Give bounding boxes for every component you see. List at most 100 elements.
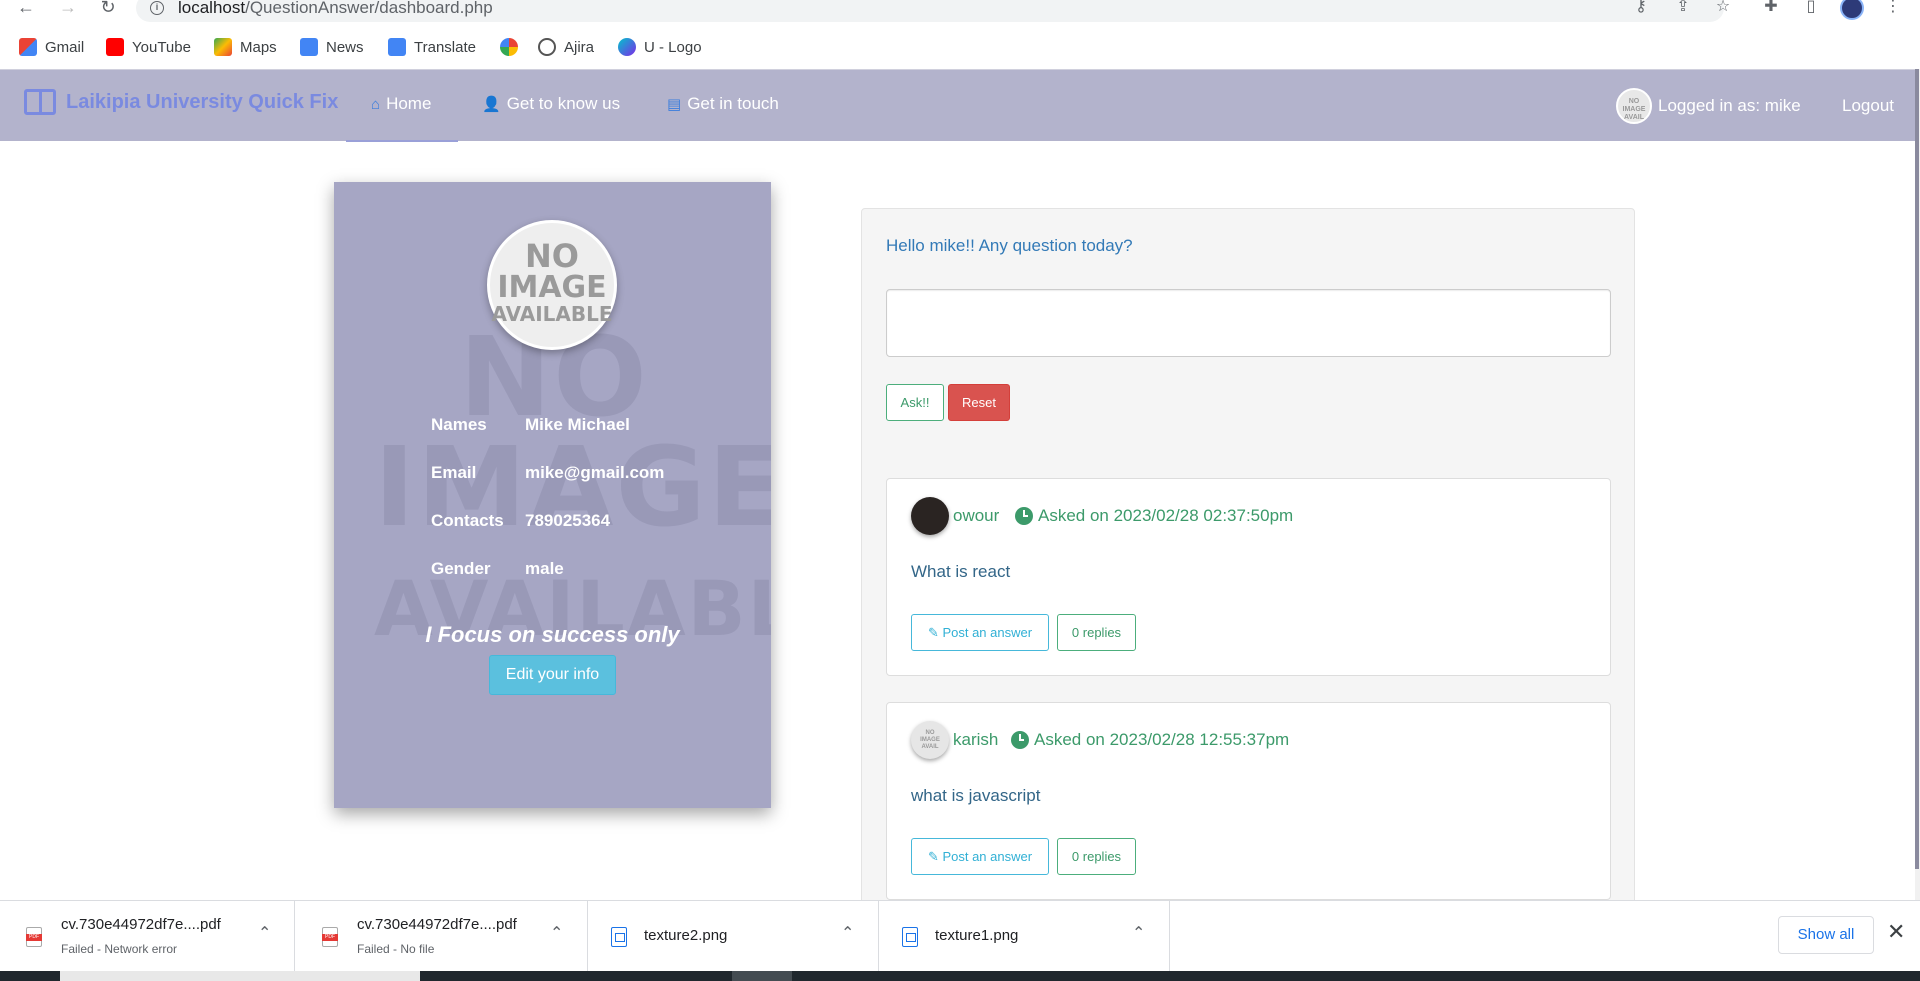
chevron-up-icon[interactable]: ⌃ <box>258 923 271 943</box>
show-all-button[interactable]: Show all <box>1778 916 1874 954</box>
bookmark-label: Translate <box>414 38 476 56</box>
star-icon[interactable]: ☆ <box>1712 0 1734 18</box>
address-bar[interactable]: i localhost/QuestionAnswer/dashboard.php <box>136 0 1724 22</box>
question-timestamp: Asked on 2023/02/28 12:55:37pm <box>1011 730 1289 750</box>
reload-icon[interactable]: ↻ <box>96 0 120 18</box>
asked-text: Asked on 2023/02/28 02:37:50pm <box>1038 506 1294 525</box>
question-author[interactable]: karish <box>953 730 998 750</box>
taskbar-segment <box>60 971 420 981</box>
download-item[interactable]: texture1.png ⌃ <box>880 901 1170 972</box>
row-key: Contacts <box>431 511 504 530</box>
bookmark-label: U - Logo <box>644 38 702 56</box>
bookmark-label: Ajira <box>564 38 595 56</box>
download-status: Failed - No file <box>357 942 435 956</box>
download-filename: texture2.png <box>644 927 728 944</box>
replies-button[interactable]: 0 replies <box>1057 838 1136 875</box>
nav-contact[interactable]: ▤ Get in touch <box>667 94 779 114</box>
post-answer-label: Post an answer <box>942 849 1033 864</box>
question-textarea[interactable] <box>886 289 1611 357</box>
bookmark-gmail[interactable]: Gmail <box>19 36 84 58</box>
logout-link[interactable]: Logout <box>1842 96 1894 116</box>
app-navbar: Laikipia University Quick Fix ⌂ Home 👤 Get… <box>0 69 1920 142</box>
forward-icon[interactable]: → <box>56 0 80 18</box>
canva-icon <box>618 38 636 56</box>
nav-label: Home <box>386 94 432 113</box>
question-timestamp: Asked on 2023/02/28 02:37:50pm <box>1015 506 1293 526</box>
bookmark-youtube[interactable]: YouTube <box>106 36 191 58</box>
ajira-icon <box>538 38 556 56</box>
bookmark-google[interactable] <box>500 36 526 58</box>
row-key: Gender <box>431 559 491 578</box>
side-panel-icon[interactable]: ▯ <box>1800 0 1822 18</box>
post-answer-label: Post an answer <box>942 625 1033 640</box>
bookmark-label: Maps <box>240 38 277 56</box>
chevron-up-icon[interactable]: ⌃ <box>841 923 854 943</box>
scrollbar-thumb[interactable] <box>1915 69 1919 869</box>
author-avatar <box>911 497 949 535</box>
row-key: Names <box>431 415 487 434</box>
download-item[interactable]: texture2.png ⌃ <box>589 901 879 972</box>
bookmarks-bar: Gmail YouTube Maps News Translate Ajira … <box>0 24 1920 68</box>
download-filename: cv.730e44972df7e....pdf <box>61 916 221 933</box>
download-filename: cv.730e44972df7e....pdf <box>357 916 517 933</box>
bookmark-translate[interactable]: Translate <box>388 36 476 58</box>
author-avatar: NO IMAGE AVAIL <box>911 721 949 759</box>
post-answer-button[interactable]: ✎ Post an answer <box>911 614 1049 651</box>
news-icon <box>300 38 318 56</box>
question-card: owour Asked on 2023/02/28 02:37:50pm Wha… <box>886 478 1611 676</box>
page-scrollbar[interactable] <box>1915 69 1920 900</box>
google-icon <box>500 38 518 56</box>
nav-home[interactable]: ⌂ Home <box>371 94 431 114</box>
bookmark-label: YouTube <box>132 38 191 56</box>
site-info-icon[interactable]: i <box>150 1 164 15</box>
contact-card-icon: ▤ <box>667 96 682 113</box>
bookmark-u-logo[interactable]: U - Logo <box>618 36 702 58</box>
bookmark-ajira[interactable]: Ajira <box>538 36 594 58</box>
key-icon[interactable]: ⚷ <box>1630 0 1652 18</box>
gmail-icon <box>19 38 37 56</box>
reset-button[interactable]: Reset <box>948 384 1010 421</box>
back-icon[interactable]: ← <box>14 0 38 18</box>
profile-avatar[interactable] <box>1840 0 1864 20</box>
avatar-text-line: AVAILABLE <box>491 302 613 326</box>
question-author[interactable]: owour <box>953 506 999 526</box>
profile-card: NOIMAGEAVAILABLE NO IMAGE AVAILABLE Name… <box>334 182 771 808</box>
post-answer-button[interactable]: ✎ Post an answer <box>911 838 1049 875</box>
greeting-text: Hello mike!! Any question today? <box>886 236 1133 255</box>
pdf-file-icon <box>322 927 338 947</box>
nav-about[interactable]: 👤 Get to know us <box>482 94 620 114</box>
pdf-file-icon <box>26 927 42 947</box>
bookmark-news[interactable]: News <box>300 36 364 58</box>
question-card: NO IMAGE AVAIL karish Asked on 2023/02/28 … <box>886 702 1611 900</box>
clock-icon <box>1011 731 1029 749</box>
brand-title: Laikipia University Quick Fix <box>66 90 339 113</box>
brand-link[interactable]: Laikipia University Quick Fix <box>24 89 338 115</box>
avatar-text-line: NO <box>525 237 579 275</box>
active-nav-indicator <box>346 140 458 142</box>
image-file-icon <box>611 927 627 947</box>
logged-in-label[interactable]: Logged in as: mike <box>1658 96 1801 116</box>
ask-button[interactable]: Ask!! <box>886 384 944 421</box>
url-host: localhost <box>178 0 246 17</box>
share-icon[interactable]: ⇪ <box>1672 0 1694 18</box>
extensions-icon[interactable]: ✚ <box>1760 0 1782 18</box>
download-item[interactable]: cv.730e44972df7e....pdf Failed - Network… <box>0 901 295 972</box>
close-icon[interactable]: ✕ <box>1887 919 1905 945</box>
chevron-up-icon[interactable]: ⌃ <box>1132 923 1145 943</box>
download-filename: texture1.png <box>935 927 1019 944</box>
profile-avatar-image: NO IMAGE AVAILABLE <box>487 220 617 350</box>
menu-dots-icon[interactable]: ⋮ <box>1882 0 1904 18</box>
avatar-text-line: IMAGE <box>497 270 607 305</box>
no-image-watermark: NOIMAGEAVAILABLE <box>374 313 771 653</box>
question-text: What is react <box>911 562 1011 581</box>
maps-icon <box>214 38 232 56</box>
edit-info-button[interactable]: Edit your info <box>489 655 616 695</box>
bookmark-maps[interactable]: Maps <box>214 36 277 58</box>
taskbar-segment <box>732 971 792 981</box>
replies-button[interactable]: 0 replies <box>1057 614 1136 651</box>
user-info-icon: 👤 <box>482 96 501 113</box>
chevron-up-icon[interactable]: ⌃ <box>550 923 563 943</box>
download-item[interactable]: cv.730e44972df7e....pdf Failed - No file… <box>296 901 588 972</box>
profile-motto: I Focus on success only <box>425 622 680 647</box>
nav-user-avatar: NO IMAGE AVAIL <box>1616 88 1652 124</box>
